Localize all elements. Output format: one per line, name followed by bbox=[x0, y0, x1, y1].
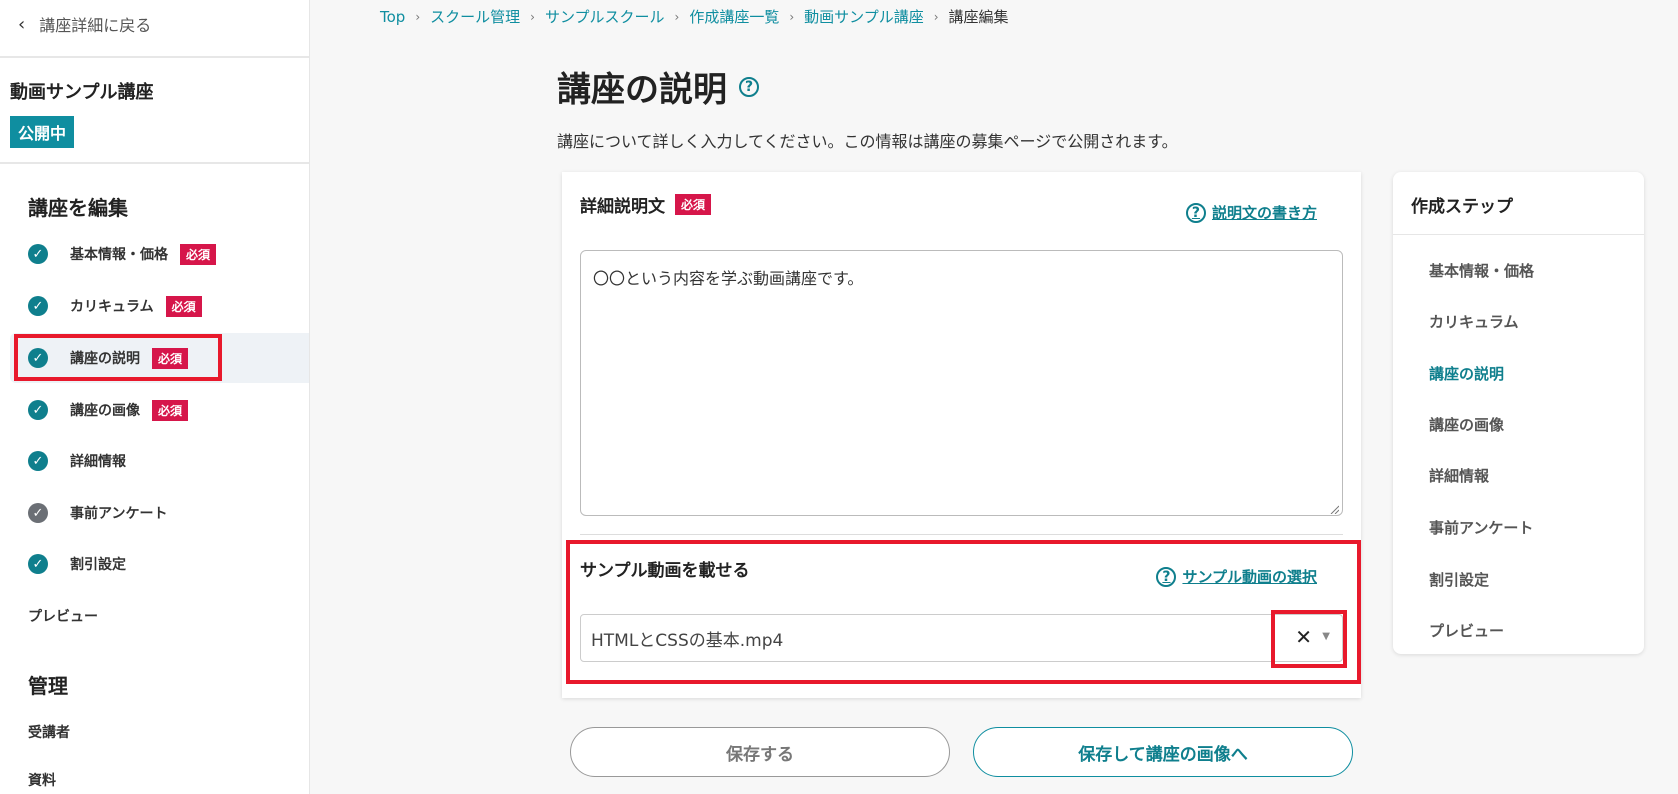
chevron-left-icon: ‹ bbox=[18, 13, 26, 35]
back-link-label: 講座詳細に戻る bbox=[39, 16, 152, 35]
breadcrumb-separator: › bbox=[933, 9, 939, 24]
check-circle-icon: ✓ bbox=[28, 400, 48, 420]
creation-steps-panel: 作成ステップ 基本情報・価格 カリキュラム 講座の説明 講座の画像 詳細情報 事… bbox=[1393, 172, 1644, 654]
sidebar-item-images[interactable]: ✓ 講座の画像 必須 bbox=[10, 385, 309, 435]
step-preview[interactable]: プレビュー bbox=[1429, 620, 1504, 641]
page-description: 講座について詳しく入力してください。この情報は講座の募集ページで公開されます。 bbox=[557, 132, 1178, 151]
sample-video-select[interactable]: HTMLとCSSの基本.mp4 ✕ ▼ bbox=[580, 614, 1343, 662]
manage-section-heading: 管理 bbox=[28, 674, 68, 698]
required-badge: 必須 bbox=[165, 295, 202, 317]
breadcrumb-separator: › bbox=[415, 9, 421, 24]
breadcrumb-school[interactable]: サンプルスクール bbox=[545, 6, 665, 27]
sidebar-item-label: 詳細情報 bbox=[70, 454, 126, 470]
breadcrumb-separator: › bbox=[789, 9, 795, 24]
sidebar-item-materials[interactable]: 資料 bbox=[28, 770, 56, 790]
sample-video-select-label: サンプル動画の選択 bbox=[1182, 568, 1317, 586]
divider bbox=[0, 162, 309, 164]
step-survey[interactable]: 事前アンケート bbox=[1429, 517, 1533, 538]
check-circle-icon: ✓ bbox=[28, 554, 48, 574]
sidebar-item-label: 講座の説明 bbox=[70, 351, 140, 367]
edit-section-heading: 講座を編集 bbox=[28, 196, 128, 220]
help-icon: ? bbox=[1185, 202, 1206, 223]
divider bbox=[580, 534, 1343, 535]
sample-video-select-link[interactable]: ? サンプル動画の選択 bbox=[1156, 566, 1317, 587]
sidebar-item-label: 事前アンケート bbox=[70, 506, 168, 522]
sidebar-item-details[interactable]: ✓ 詳細情報 bbox=[10, 436, 309, 486]
divider bbox=[0, 56, 309, 58]
sample-video-label: サンプル動画を載せる bbox=[580, 561, 750, 581]
breadcrumb-current: 講座編集 bbox=[948, 8, 1009, 26]
back-to-course-link[interactable]: ‹ 講座詳細に戻る bbox=[18, 12, 151, 36]
help-icon[interactable]: ? bbox=[739, 76, 759, 97]
step-basic-info[interactable]: 基本情報・価格 bbox=[1429, 260, 1534, 281]
sidebar-item-basic-info[interactable]: ✓ 基本情報・価格 必須 bbox=[10, 229, 309, 279]
step-discount[interactable]: 割引設定 bbox=[1429, 569, 1489, 590]
detail-field-label: 詳細説明文 必須 bbox=[580, 192, 712, 217]
help-icon: ? bbox=[1156, 566, 1177, 587]
dropdown-arrow-icon[interactable]: ▼ bbox=[1322, 631, 1330, 642]
breadcrumb-school-admin[interactable]: スクール管理 bbox=[430, 6, 520, 27]
sidebar: ‹ 講座詳細に戻る 動画サンプル講座 公開中 講座を編集 ✓ 基本情報・価格 必… bbox=[0, 0, 310, 794]
breadcrumb-course[interactable]: 動画サンプル講座 bbox=[804, 6, 924, 27]
required-badge: 必須 bbox=[152, 399, 189, 421]
course-title: 動画サンプル講座 bbox=[10, 82, 154, 103]
sidebar-item-description[interactable]: ✓ 講座の説明 必須 bbox=[10, 333, 309, 383]
save-and-next-button[interactable]: 保存して講座の画像へ bbox=[973, 727, 1353, 777]
sample-video-value: HTMLとCSSの基本.mp4 bbox=[591, 630, 784, 651]
divider bbox=[1393, 234, 1644, 235]
detail-label-text: 詳細説明文 bbox=[580, 197, 665, 217]
required-badge: 必須 bbox=[180, 243, 217, 265]
check-circle-icon: ✓ bbox=[28, 451, 48, 471]
steps-title: 作成ステップ bbox=[1411, 197, 1513, 217]
check-circle-icon: ✓ bbox=[28, 244, 48, 264]
sidebar-item-discount[interactable]: ✓ 割引設定 bbox=[10, 539, 309, 589]
save-button[interactable]: 保存する bbox=[570, 727, 950, 777]
sidebar-item-label: 基本情報・価格 bbox=[70, 247, 168, 263]
detail-description-textarea[interactable]: 〇〇という内容を学ぶ動画講座です。 bbox=[580, 250, 1343, 516]
breadcrumb-separator: › bbox=[674, 9, 680, 24]
sidebar-item-preview[interactable]: プレビュー bbox=[28, 606, 98, 626]
breadcrumb-course-list[interactable]: 作成講座一覧 bbox=[689, 6, 779, 27]
breadcrumb-top[interactable]: Top bbox=[380, 8, 405, 26]
description-card: 詳細説明文 必須 ? 説明文の書き方 〇〇という内容を学ぶ動画講座です。 サンプ… bbox=[562, 172, 1361, 698]
sidebar-item-curriculum[interactable]: ✓ カリキュラム 必須 bbox=[10, 281, 309, 331]
check-circle-icon: ✓ bbox=[28, 296, 48, 316]
step-images[interactable]: 講座の画像 bbox=[1429, 414, 1504, 435]
writing-guide-label: 説明文の書き方 bbox=[1211, 204, 1317, 222]
status-badge: 公開中 bbox=[10, 116, 75, 148]
sidebar-item-survey[interactable]: ✓ 事前アンケート bbox=[10, 488, 309, 538]
resize-grip-icon[interactable] bbox=[1329, 504, 1339, 514]
required-badge: 必須 bbox=[675, 194, 712, 215]
step-details[interactable]: 詳細情報 bbox=[1429, 465, 1489, 486]
sidebar-item-label: 講座の画像 bbox=[70, 403, 140, 419]
page-title: 講座の説明 ? bbox=[557, 62, 759, 111]
step-description[interactable]: 講座の説明 bbox=[1429, 363, 1504, 384]
required-badge: 必須 bbox=[152, 347, 189, 369]
step-curriculum[interactable]: カリキュラム bbox=[1429, 311, 1519, 332]
check-circle-icon: ✓ bbox=[28, 503, 48, 523]
sidebar-item-label: 割引設定 bbox=[70, 557, 126, 573]
sidebar-item-students[interactable]: 受講者 bbox=[28, 722, 70, 742]
check-circle-icon: ✓ bbox=[28, 348, 48, 368]
breadcrumb-separator: › bbox=[530, 9, 535, 24]
page-title-text: 講座の説明 bbox=[557, 70, 727, 110]
breadcrumb: Top › スクール管理 › サンプルスクール › 作成講座一覧 › 動画サンプ… bbox=[380, 6, 1009, 27]
clear-selection-icon[interactable]: ✕ bbox=[1295, 625, 1312, 649]
sidebar-item-label: カリキュラム bbox=[70, 299, 154, 315]
writing-guide-link[interactable]: ? 説明文の書き方 bbox=[1185, 202, 1317, 223]
